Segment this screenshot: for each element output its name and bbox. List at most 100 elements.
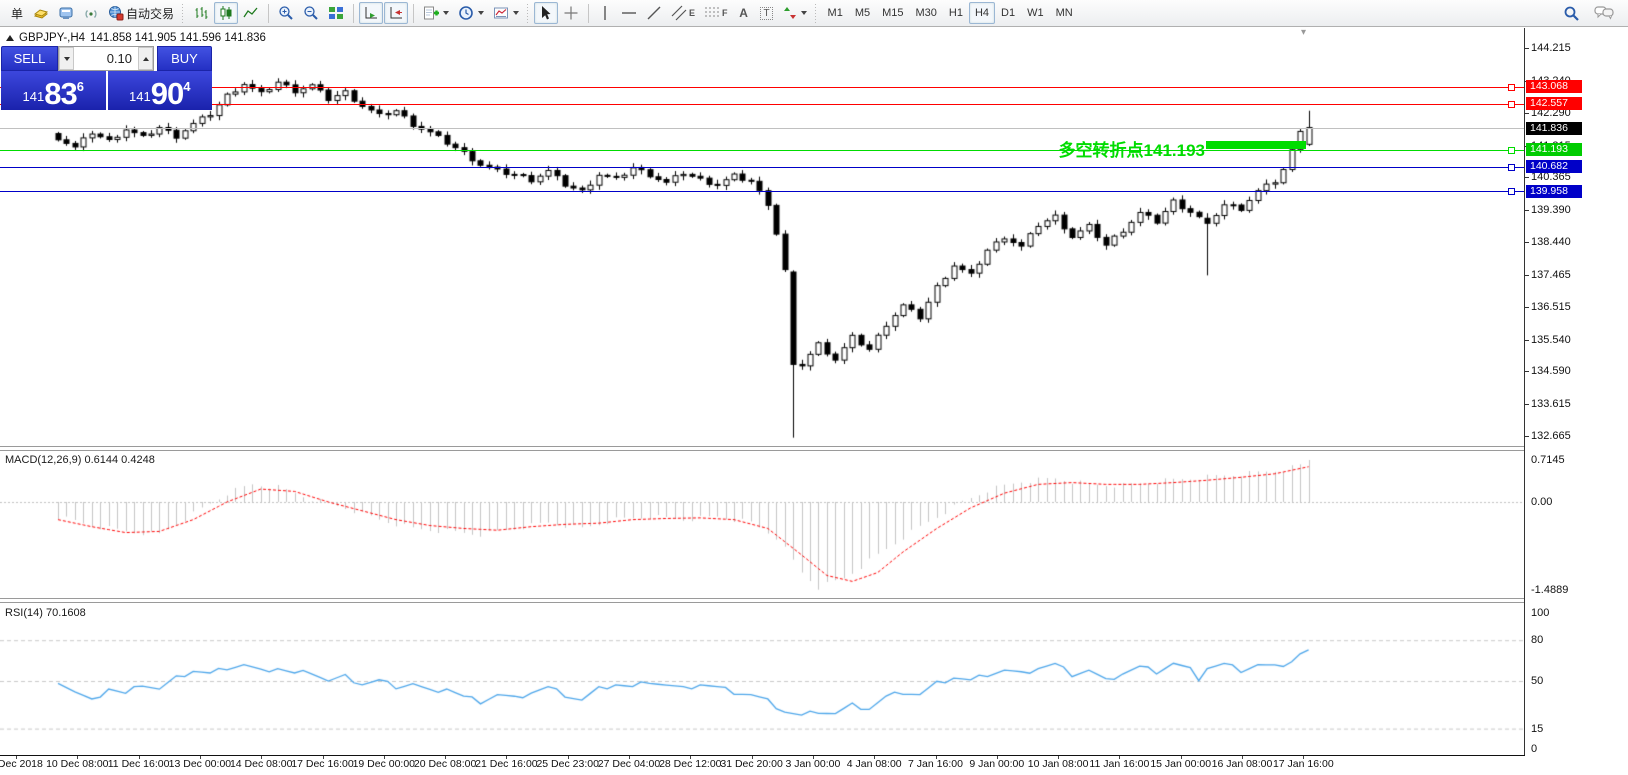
zoom-out-icon [304, 6, 318, 20]
price-axis-line [1524, 28, 1525, 755]
vertical-line-tool[interactable] [594, 2, 616, 24]
price-tick-label: 134.590 [1531, 365, 1571, 378]
chevron-down-icon [478, 11, 485, 15]
pane-separator[interactable] [0, 446, 1524, 451]
chevron-down-icon [443, 11, 450, 15]
chat-icon[interactable] [1590, 2, 1618, 24]
search-icon[interactable] [1559, 2, 1584, 24]
price-tick-mark [1524, 371, 1529, 373]
cursor-tool-button[interactable] [534, 2, 559, 24]
channel-letter: E [689, 8, 696, 18]
price-level-line[interactable] [0, 166, 1524, 168]
scroll-end-marker-icon[interactable]: ▾ [1301, 27, 1306, 38]
price-level-badge: 141.193 [1526, 143, 1582, 157]
bar-chart-style-button[interactable] [189, 2, 213, 24]
price-tick-mark [1524, 48, 1529, 50]
chart-shift-button[interactable] [384, 2, 409, 24]
price-tick-label: 132.665 [1531, 430, 1571, 443]
sell-price-pip: 6 [76, 79, 84, 94]
rsi-canvas[interactable] [0, 604, 1524, 755]
indicators-button[interactable] [419, 2, 453, 24]
auto-scroll-button[interactable] [359, 2, 384, 24]
crosshair-tool-button[interactable] [559, 2, 583, 24]
timeframe-m5[interactable]: M5 [849, 2, 876, 24]
new-order-button[interactable]: 单 [6, 2, 28, 24]
text-tool[interactable]: A [733, 2, 755, 24]
chart-header: GBPJPY-,H4 141.858 141.905 141.596 141.8… [6, 32, 266, 44]
buy-price-main: 90 [150, 76, 184, 112]
macd-canvas[interactable] [0, 451, 1524, 598]
level-handle[interactable] [1508, 146, 1515, 154]
time-axis-label: 11 Jan 16:00 [1089, 758, 1150, 770]
price-tick-label: 135.540 [1531, 333, 1571, 346]
periods-button[interactable] [454, 2, 488, 24]
price-level-line[interactable] [0, 149, 1524, 151]
level-handle[interactable] [1508, 163, 1515, 171]
price-level-line[interactable] [0, 128, 1524, 129]
volume-input[interactable]: 0.10 [74, 47, 138, 70]
equidistant-channel-tool[interactable]: E [667, 2, 699, 24]
history-center-icon[interactable] [29, 2, 53, 24]
price-level-line[interactable] [0, 86, 1524, 88]
time-axis-label: 17 Jan 16:00 [1272, 758, 1334, 770]
buy-button[interactable]: BUY [157, 46, 212, 71]
toolbar-separator [588, 3, 590, 23]
price-tick-label: 144.215 [1531, 42, 1571, 55]
candlestick-style-button[interactable] [214, 2, 239, 24]
symbol-period: GBPJPY-,H4 [19, 32, 86, 44]
price-tick-label: 133.615 [1531, 398, 1571, 411]
signals-icon[interactable] [79, 2, 103, 24]
price-tick-mark [1524, 274, 1529, 276]
collapse-triangle-icon[interactable] [6, 35, 14, 41]
autotrade-button[interactable]: 自动交易 [104, 2, 178, 24]
price-tick-mark [1524, 306, 1529, 308]
fibonacci-letter: F [722, 8, 728, 18]
add-indicator-icon [424, 6, 440, 20]
level-handle[interactable] [1508, 188, 1515, 196]
sell-price[interactable]: 141 83 6 [1, 71, 106, 110]
buy-label: BUY [171, 51, 198, 66]
pivot-highlight-bar [1206, 141, 1306, 149]
tile-windows-icon [329, 7, 344, 19]
tile-windows-button[interactable] [324, 2, 348, 24]
sell-button[interactable]: SELL [1, 46, 58, 71]
main-chart-canvas[interactable] [0, 28, 1524, 446]
timeframe-d1[interactable]: D1 [995, 2, 1021, 24]
zoom-in-button[interactable] [274, 2, 298, 24]
price-tick-mark [1524, 177, 1529, 179]
price-level-line[interactable] [0, 103, 1524, 105]
horizontal-line-tool[interactable] [617, 2, 641, 24]
arrows-tool[interactable] [779, 2, 811, 24]
time-axis-label: 28 Dec 12:00 [659, 758, 722, 770]
price-level-line[interactable] [0, 191, 1524, 193]
volume-decrease-button[interactable] [59, 47, 74, 70]
timeframe-h4[interactable]: H4 [968, 2, 996, 24]
volume-increase-button[interactable] [138, 47, 153, 70]
templates-button[interactable] [489, 2, 523, 24]
buy-price-prefix: 141 [129, 89, 151, 104]
timeframe-mn[interactable]: MN [1050, 2, 1079, 24]
time-axis-label: 14 Dec 08:00 [229, 758, 293, 770]
price-level-badge: 143.068 [1526, 80, 1582, 94]
timeframe-m30[interactable]: M30 [910, 2, 943, 24]
buy-price[interactable]: 141 90 4 [107, 71, 212, 112]
fibonacci-tool[interactable]: F [700, 2, 732, 24]
level-handle[interactable] [1508, 100, 1515, 108]
timeframe-m1[interactable]: M1 [822, 2, 849, 24]
sell-label: SELL [13, 51, 46, 66]
pane-separator[interactable] [0, 598, 1524, 603]
price-tick-label: 138.440 [1531, 236, 1571, 249]
rsi-scale-label: 15 [1531, 722, 1544, 735]
macd-scale-label: 0.7145 [1531, 453, 1565, 466]
zoom-out-button[interactable] [299, 2, 323, 24]
line-chart-style-button[interactable] [239, 2, 263, 24]
timeframe-h1[interactable]: H1 [943, 2, 969, 24]
level-handle[interactable] [1508, 83, 1515, 91]
timeframe-w1[interactable]: W1 [1021, 2, 1050, 24]
trendline-tool[interactable] [642, 2, 666, 24]
timeframe-m15[interactable]: M15 [876, 2, 909, 24]
terminal-window-icon[interactable] [54, 2, 78, 24]
macd-label: MACD(12,26,9) 0.6144 0.4248 [5, 454, 155, 466]
text-label-tool[interactable]: T [756, 2, 778, 24]
horizontal-line-icon [622, 12, 637, 14]
